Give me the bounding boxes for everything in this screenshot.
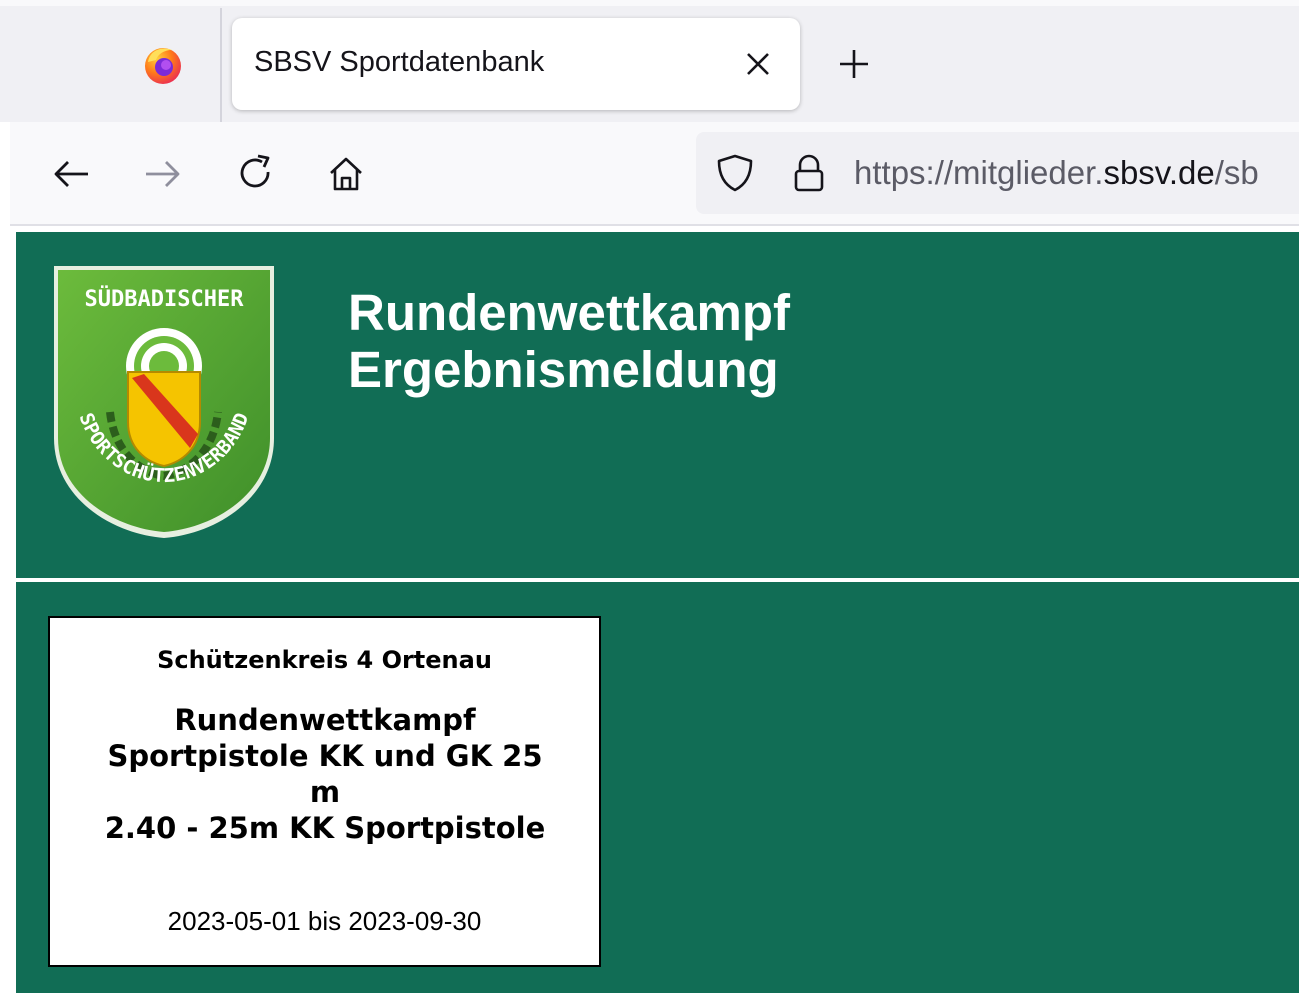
competition-name-line1: Rundenwettkampf: [174, 703, 476, 737]
home-icon[interactable]: [324, 152, 368, 196]
tab-separator: [220, 8, 222, 122]
page-title-line1: Rundenwettkampf: [348, 284, 791, 341]
lock-icon[interactable]: [788, 152, 830, 194]
header-divider: [16, 578, 1299, 582]
firefox-menu-icon[interactable]: [142, 44, 184, 86]
competition-name-line3: m: [309, 775, 341, 809]
browser-tab-strip: SBSV Sportdatenbank: [0, 0, 1299, 122]
page-header: SÜDBADISCHER SPORTSCHÜTZENVERBAND Runden…: [16, 232, 1299, 578]
url-text[interactable]: https://mitglieder.sbsv.de/sb: [854, 154, 1259, 192]
close-tab-icon[interactable]: [742, 48, 774, 80]
page-content: SÜDBADISCHER SPORTSCHÜTZENVERBAND Runden…: [16, 232, 1299, 993]
url-scheme: https://mitglieder.: [854, 154, 1104, 191]
url-path: /sb: [1214, 154, 1259, 191]
back-arrow-icon[interactable]: [50, 152, 94, 196]
logo-text-top: SÜDBADISCHER: [85, 286, 245, 312]
new-tab-button[interactable]: [834, 44, 874, 84]
url-domain: sbsv.de: [1103, 154, 1215, 191]
competition-info-box: Schützenkreis 4 Ortenau Rundenwettkampf …: [48, 616, 601, 967]
reload-icon[interactable]: [234, 152, 278, 196]
navigation-toolbar: https://mitglieder.sbsv.de/sb: [10, 122, 1299, 226]
organization-name: Schützenkreis 4 Ortenau: [157, 646, 492, 674]
forward-arrow-icon[interactable]: [140, 152, 184, 196]
tab-sbsv-sportdatenbank[interactable]: SBSV Sportdatenbank: [232, 18, 800, 110]
competition-title: Rundenwettkampf Sportpistole KK und GK 2…: [90, 702, 560, 846]
page-title: Rundenwettkampf Ergebnismeldung: [348, 284, 790, 398]
competition-date-range: 2023-05-01 bis 2023-09-30: [167, 906, 482, 936]
tab-strip-top-edge: [0, 0, 1299, 6]
sbsv-logo: SÜDBADISCHER SPORTSCHÜTZENVERBAND: [54, 266, 274, 538]
competition-discipline: 2.40 - 25m KK Sportpistole: [104, 811, 546, 845]
address-bar[interactable]: https://mitglieder.sbsv.de/sb: [696, 132, 1299, 214]
competition-name-line2: Sportpistole KK und GK 25: [107, 739, 543, 773]
tracking-protection-shield-icon[interactable]: [714, 152, 756, 194]
page-title-line2: Ergebnismeldung: [348, 341, 779, 398]
tab-title: SBSV Sportdatenbank: [254, 46, 545, 78]
